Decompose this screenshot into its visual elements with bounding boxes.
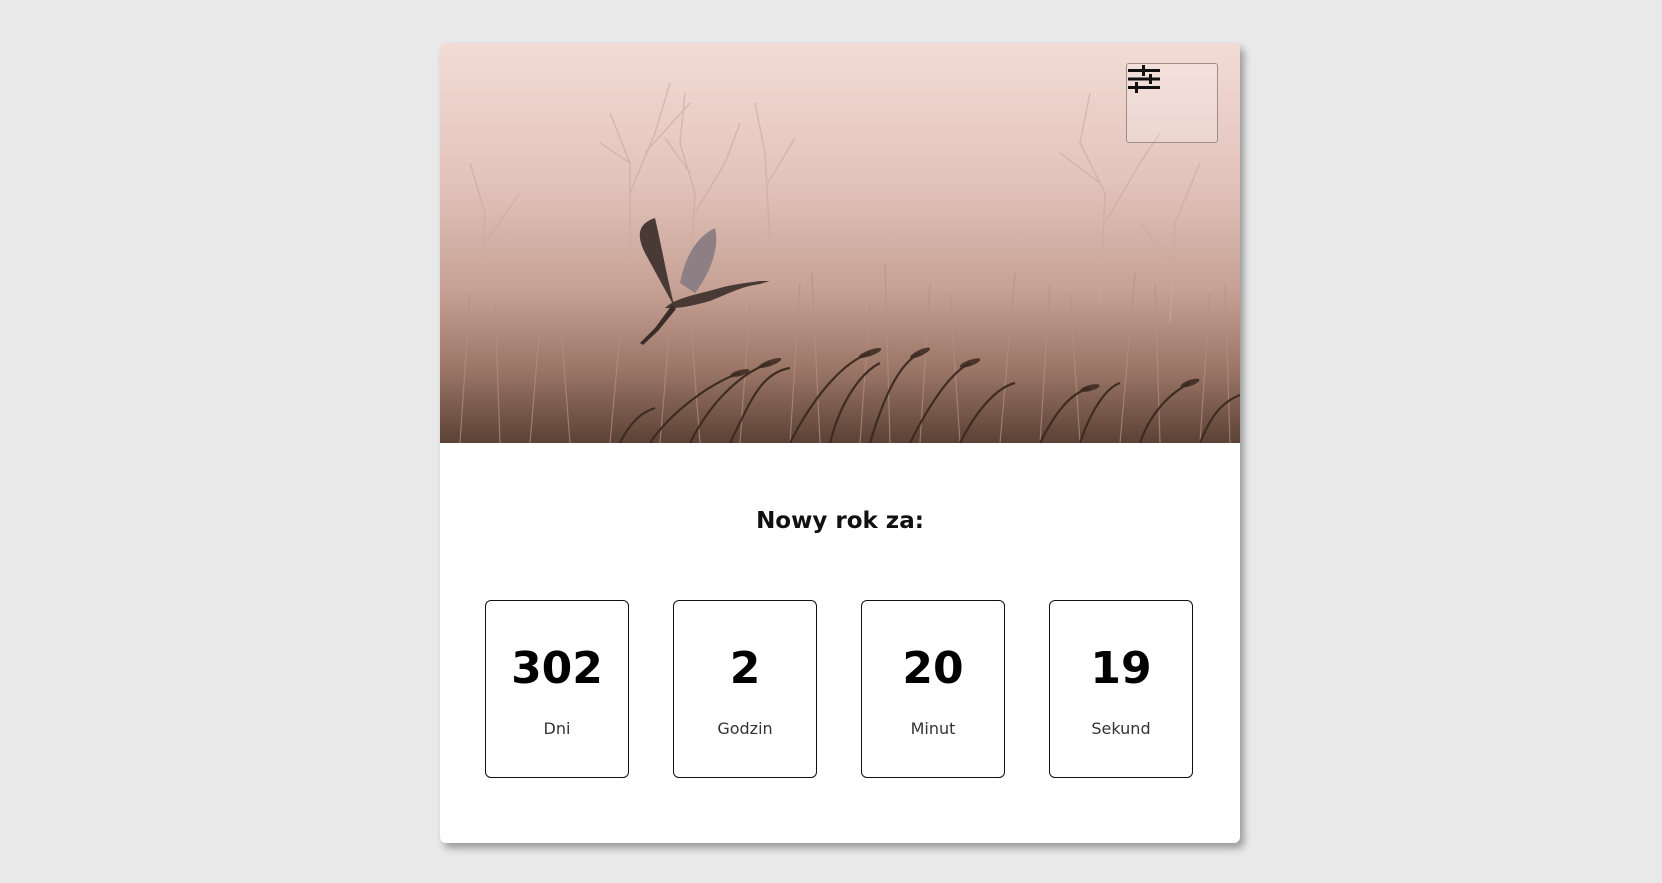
sliders-icon [1128,65,1160,93]
minutes-value: 20 [902,643,964,694]
minutes-label: Minut [910,719,956,738]
countdown-boxes: 302 Dni 2 Godzin 20 Minut 19 Sekund [485,600,1197,780]
seconds-value: 19 [1090,643,1152,694]
heron-silhouette [639,218,770,345]
countdown-days: 302 Dni [485,600,629,778]
settings-button[interactable] [1126,63,1218,143]
countdown-hours: 2 Godzin [673,600,817,778]
countdown-minutes: 20 Minut [861,600,1005,778]
hours-label: Godzin [717,719,773,738]
seconds-label: Sekund [1091,719,1151,738]
days-value: 302 [511,643,603,694]
countdown-heading: Nowy rok za: [756,508,924,534]
hours-value: 2 [729,643,761,694]
hero-image-misty-heron [440,43,1240,443]
countdown-seconds: 19 Sekund [1049,600,1193,778]
countdown-card: Nowy rok za: 302 Dni 2 Godzin 20 Minut 1… [440,43,1240,843]
days-label: Dni [543,719,571,738]
